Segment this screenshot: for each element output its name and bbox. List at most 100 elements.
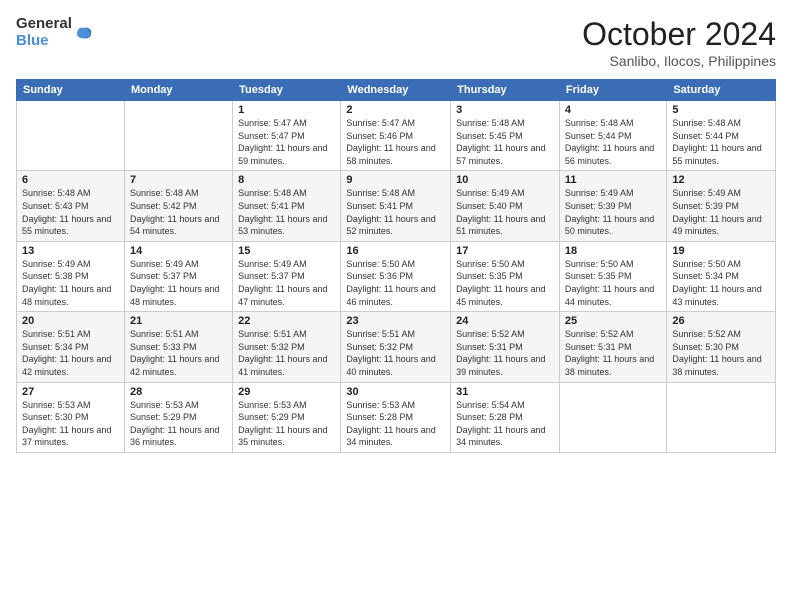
day-info: Sunrise: 5:49 AMSunset: 5:37 PMDaylight:… (130, 258, 227, 308)
day-number: 21 (130, 315, 227, 327)
day-number: 6 (22, 174, 119, 186)
day-info: Sunrise: 5:52 AMSunset: 5:31 PMDaylight:… (456, 328, 554, 378)
day-cell: 30Sunrise: 5:53 AMSunset: 5:28 PMDayligh… (341, 382, 451, 452)
day-number: 17 (456, 245, 554, 257)
day-number: 16 (346, 245, 445, 257)
day-cell: 23Sunrise: 5:51 AMSunset: 5:32 PMDayligh… (341, 312, 451, 382)
day-cell (667, 382, 776, 452)
day-info: Sunrise: 5:50 AMSunset: 5:36 PMDaylight:… (346, 258, 445, 308)
day-cell: 6Sunrise: 5:48 AMSunset: 5:43 PMDaylight… (17, 171, 125, 241)
day-info: Sunrise: 5:51 AMSunset: 5:33 PMDaylight:… (130, 328, 227, 378)
day-info: Sunrise: 5:48 AMSunset: 5:44 PMDaylight:… (565, 117, 661, 167)
day-number: 13 (22, 245, 119, 257)
week-row-4: 20Sunrise: 5:51 AMSunset: 5:34 PMDayligh… (17, 312, 776, 382)
day-info: Sunrise: 5:49 AMSunset: 5:38 PMDaylight:… (22, 258, 119, 308)
day-cell: 1Sunrise: 5:47 AMSunset: 5:47 PMDaylight… (233, 101, 341, 171)
day-cell: 8Sunrise: 5:48 AMSunset: 5:41 PMDaylight… (233, 171, 341, 241)
day-number: 30 (346, 386, 445, 398)
day-info: Sunrise: 5:51 AMSunset: 5:32 PMDaylight:… (238, 328, 335, 378)
day-cell: 13Sunrise: 5:49 AMSunset: 5:38 PMDayligh… (17, 241, 125, 311)
day-cell (124, 101, 232, 171)
week-row-5: 27Sunrise: 5:53 AMSunset: 5:30 PMDayligh… (17, 382, 776, 452)
calendar-body: 1Sunrise: 5:47 AMSunset: 5:47 PMDaylight… (17, 101, 776, 453)
calendar-header: SundayMondayTuesdayWednesdayThursdayFrid… (17, 80, 776, 101)
day-cell: 12Sunrise: 5:49 AMSunset: 5:39 PMDayligh… (667, 171, 776, 241)
day-cell: 17Sunrise: 5:50 AMSunset: 5:35 PMDayligh… (451, 241, 560, 311)
day-info: Sunrise: 5:48 AMSunset: 5:44 PMDaylight:… (672, 117, 770, 167)
day-info: Sunrise: 5:49 AMSunset: 5:37 PMDaylight:… (238, 258, 335, 308)
location: Sanlibo, Ilocos, Philippines (582, 53, 776, 69)
title-block: October 2024 Sanlibo, Ilocos, Philippine… (582, 16, 776, 69)
header-cell-wednesday: Wednesday (341, 80, 451, 101)
day-info: Sunrise: 5:49 AMSunset: 5:40 PMDaylight:… (456, 187, 554, 237)
logo-icon (74, 23, 94, 43)
day-number: 10 (456, 174, 554, 186)
day-number: 9 (346, 174, 445, 186)
day-number: 28 (130, 386, 227, 398)
week-row-2: 6Sunrise: 5:48 AMSunset: 5:43 PMDaylight… (17, 171, 776, 241)
day-info: Sunrise: 5:49 AMSunset: 5:39 PMDaylight:… (672, 187, 770, 237)
header-cell-monday: Monday (124, 80, 232, 101)
week-row-1: 1Sunrise: 5:47 AMSunset: 5:47 PMDaylight… (17, 101, 776, 171)
day-cell: 31Sunrise: 5:54 AMSunset: 5:28 PMDayligh… (451, 382, 560, 452)
day-number: 12 (672, 174, 770, 186)
day-number: 14 (130, 245, 227, 257)
day-info: Sunrise: 5:50 AMSunset: 5:34 PMDaylight:… (672, 258, 770, 308)
day-number: 27 (22, 386, 119, 398)
day-number: 25 (565, 315, 661, 327)
logo: General Blue (16, 16, 94, 49)
day-number: 4 (565, 104, 661, 116)
day-cell: 9Sunrise: 5:48 AMSunset: 5:41 PMDaylight… (341, 171, 451, 241)
month-title: October 2024 (582, 16, 776, 53)
day-info: Sunrise: 5:48 AMSunset: 5:41 PMDaylight:… (238, 187, 335, 237)
day-info: Sunrise: 5:47 AMSunset: 5:46 PMDaylight:… (346, 117, 445, 167)
day-cell: 16Sunrise: 5:50 AMSunset: 5:36 PMDayligh… (341, 241, 451, 311)
logo-line1: General (16, 16, 72, 33)
day-number: 8 (238, 174, 335, 186)
day-number: 23 (346, 315, 445, 327)
day-info: Sunrise: 5:51 AMSunset: 5:32 PMDaylight:… (346, 328, 445, 378)
day-cell: 10Sunrise: 5:49 AMSunset: 5:40 PMDayligh… (451, 171, 560, 241)
day-cell: 27Sunrise: 5:53 AMSunset: 5:30 PMDayligh… (17, 382, 125, 452)
day-cell: 15Sunrise: 5:49 AMSunset: 5:37 PMDayligh… (233, 241, 341, 311)
day-cell: 22Sunrise: 5:51 AMSunset: 5:32 PMDayligh… (233, 312, 341, 382)
day-cell: 7Sunrise: 5:48 AMSunset: 5:42 PMDaylight… (124, 171, 232, 241)
week-row-3: 13Sunrise: 5:49 AMSunset: 5:38 PMDayligh… (17, 241, 776, 311)
page-header: General Blue October 2024 Sanlibo, Iloco… (16, 16, 776, 69)
day-info: Sunrise: 5:49 AMSunset: 5:39 PMDaylight:… (565, 187, 661, 237)
day-number: 7 (130, 174, 227, 186)
day-cell: 21Sunrise: 5:51 AMSunset: 5:33 PMDayligh… (124, 312, 232, 382)
day-cell: 3Sunrise: 5:48 AMSunset: 5:45 PMDaylight… (451, 101, 560, 171)
day-number: 22 (238, 315, 335, 327)
day-info: Sunrise: 5:53 AMSunset: 5:28 PMDaylight:… (346, 399, 445, 449)
day-number: 5 (672, 104, 770, 116)
day-info: Sunrise: 5:50 AMSunset: 5:35 PMDaylight:… (565, 258, 661, 308)
day-cell: 24Sunrise: 5:52 AMSunset: 5:31 PMDayligh… (451, 312, 560, 382)
day-cell: 20Sunrise: 5:51 AMSunset: 5:34 PMDayligh… (17, 312, 125, 382)
day-info: Sunrise: 5:53 AMSunset: 5:30 PMDaylight:… (22, 399, 119, 449)
header-cell-thursday: Thursday (451, 80, 560, 101)
day-info: Sunrise: 5:50 AMSunset: 5:35 PMDaylight:… (456, 258, 554, 308)
day-info: Sunrise: 5:48 AMSunset: 5:41 PMDaylight:… (346, 187, 445, 237)
header-cell-friday: Friday (559, 80, 666, 101)
day-number: 19 (672, 245, 770, 257)
day-cell: 18Sunrise: 5:50 AMSunset: 5:35 PMDayligh… (559, 241, 666, 311)
day-cell: 28Sunrise: 5:53 AMSunset: 5:29 PMDayligh… (124, 382, 232, 452)
day-info: Sunrise: 5:52 AMSunset: 5:31 PMDaylight:… (565, 328, 661, 378)
day-cell: 19Sunrise: 5:50 AMSunset: 5:34 PMDayligh… (667, 241, 776, 311)
day-cell: 25Sunrise: 5:52 AMSunset: 5:31 PMDayligh… (559, 312, 666, 382)
logo-line2: Blue (16, 33, 72, 50)
day-number: 2 (346, 104, 445, 116)
day-info: Sunrise: 5:52 AMSunset: 5:30 PMDaylight:… (672, 328, 770, 378)
day-info: Sunrise: 5:53 AMSunset: 5:29 PMDaylight:… (238, 399, 335, 449)
day-number: 18 (565, 245, 661, 257)
day-info: Sunrise: 5:51 AMSunset: 5:34 PMDaylight:… (22, 328, 119, 378)
header-cell-saturday: Saturday (667, 80, 776, 101)
day-info: Sunrise: 5:48 AMSunset: 5:45 PMDaylight:… (456, 117, 554, 167)
day-info: Sunrise: 5:54 AMSunset: 5:28 PMDaylight:… (456, 399, 554, 449)
day-number: 26 (672, 315, 770, 327)
day-number: 31 (456, 386, 554, 398)
day-cell: 5Sunrise: 5:48 AMSunset: 5:44 PMDaylight… (667, 101, 776, 171)
day-info: Sunrise: 5:48 AMSunset: 5:42 PMDaylight:… (130, 187, 227, 237)
day-number: 20 (22, 315, 119, 327)
